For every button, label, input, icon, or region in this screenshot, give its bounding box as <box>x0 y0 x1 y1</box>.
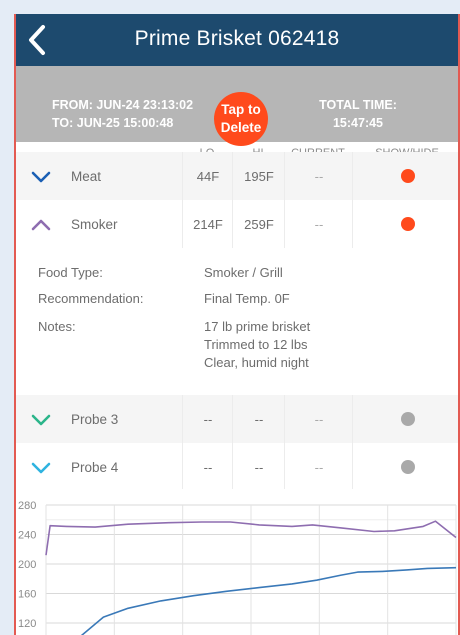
probe-row-smoker[interactable]: Smoker 214F 259F -- <box>16 200 458 248</box>
probe-lo: -- <box>182 443 233 491</box>
probe-row-meat[interactable]: Meat 44F 195F -- <box>16 152 458 200</box>
show-hide-toggle[interactable] <box>401 217 415 231</box>
recommendation-value: Final Temp. 0F <box>204 291 290 306</box>
y-tick-label: 160 <box>18 589 36 601</box>
show-hide-cell <box>352 443 458 491</box>
probe-current: -- <box>284 443 353 491</box>
probe-row-probe-3[interactable]: Probe 3 -- -- -- <box>16 395 458 443</box>
delete-label-line1: Tap to <box>221 102 261 117</box>
probe-hi: 259F <box>232 200 285 248</box>
probe-name: Smoker <box>71 216 118 232</box>
delete-button[interactable]: Tap to Delete <box>214 92 268 146</box>
probe-lo: 214F <box>182 200 233 248</box>
show-hide-cell <box>352 395 458 443</box>
show-hide-toggle[interactable] <box>401 460 415 474</box>
food-type-value: Smoker / Grill <box>204 265 283 280</box>
probe-details: Food Type: Smoker / Grill Recommendation… <box>16 259 458 401</box>
show-hide-cell <box>352 200 458 248</box>
y-tick-label: 240 <box>18 530 36 542</box>
probe-name: Probe 3 <box>71 411 119 427</box>
chevron-down-icon[interactable] <box>30 409 52 431</box>
session-to: TO: JUN-25 15:00:48 <box>52 116 174 130</box>
probe-current: -- <box>284 152 353 200</box>
notes-line: 17 lb prime brisket <box>204 319 311 334</box>
temperature-chart[interactable]: 280 240 200 160 120 <box>16 489 460 635</box>
y-tick-label: 200 <box>18 559 36 571</box>
chevron-up-icon[interactable] <box>30 214 52 236</box>
probe-hi: -- <box>232 395 285 443</box>
probe-name: Meat <box>71 168 102 184</box>
total-time-value: 15:47:45 <box>332 116 384 130</box>
probe-hi: -- <box>232 443 285 491</box>
chevron-down-icon[interactable] <box>30 457 52 479</box>
y-tick-label: 280 <box>18 500 36 512</box>
probe-current: -- <box>284 200 353 248</box>
chevron-down-icon[interactable] <box>30 166 52 188</box>
delete-label-line2: Delete <box>220 120 262 135</box>
nav-bar: Prime Brisket 062418 <box>16 14 458 66</box>
notes-line: Clear, humid night <box>204 355 309 370</box>
page-title: Prime Brisket 062418 <box>134 27 340 50</box>
app-screen: Prime Brisket 062418 FROM: JUN-24 23:13:… <box>14 14 460 635</box>
notes-line: Trimmed to 12 lbs <box>204 337 308 352</box>
recommendation-label: Recommendation: <box>38 291 144 306</box>
food-type-label: Food Type: <box>38 265 103 280</box>
chart-background <box>16 489 458 635</box>
show-hide-toggle[interactable] <box>401 169 415 183</box>
show-hide-toggle[interactable] <box>401 412 415 426</box>
probe-name: Probe 4 <box>71 459 119 475</box>
session-banner: FROM: JUN-24 23:13:02 TO: JUN-25 15:00:4… <box>16 66 458 146</box>
session-from: FROM: JUN-24 23:13:02 <box>52 98 194 112</box>
probe-lo: 44F <box>182 152 233 200</box>
total-time-label: TOTAL TIME: <box>319 98 397 112</box>
show-hide-cell <box>352 152 458 200</box>
notes-label: Notes: <box>38 319 76 334</box>
probe-row-probe-4[interactable]: Probe 4 -- -- -- <box>16 443 458 491</box>
probe-hi: 195F <box>232 152 285 200</box>
probe-current: -- <box>284 395 353 443</box>
probe-lo: -- <box>182 395 233 443</box>
y-tick-label: 120 <box>18 618 36 630</box>
